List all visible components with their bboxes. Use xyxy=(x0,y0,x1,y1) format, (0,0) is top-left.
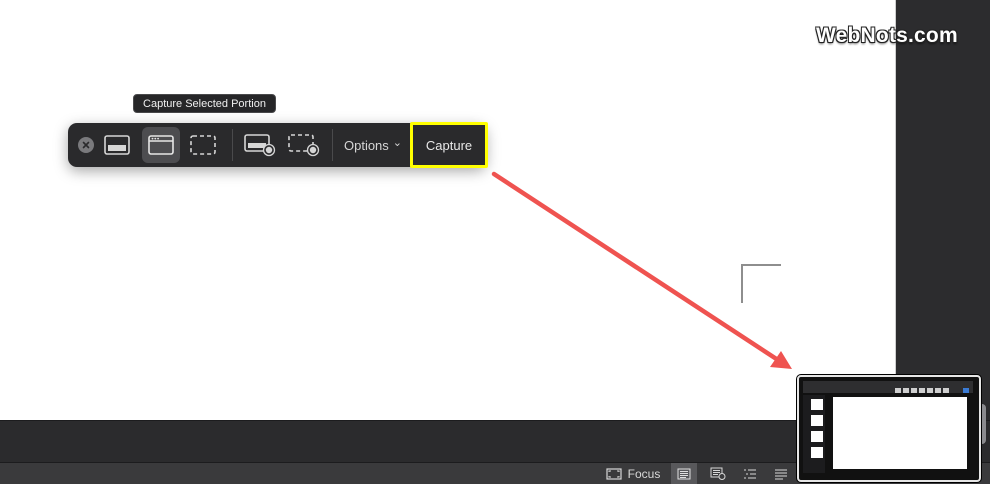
thumbnail-slide xyxy=(811,415,823,426)
thumbnail-toolbar xyxy=(803,381,973,393)
outline-button[interactable] xyxy=(738,463,762,484)
chevron-down-icon: ⌄ xyxy=(392,137,403,149)
thumbnail-toolbar-item xyxy=(919,388,925,393)
thumbnail-toolbar-item xyxy=(927,388,933,393)
record-portion-button[interactable] xyxy=(284,127,324,163)
toolbar-separator xyxy=(332,129,333,161)
capture-window-button[interactable] xyxy=(142,127,180,163)
web-layout-icon xyxy=(710,467,726,480)
screen-icon xyxy=(104,135,130,155)
window-icon xyxy=(148,135,174,155)
focus-label: Focus xyxy=(627,466,661,481)
record-entire-screen-button[interactable] xyxy=(240,127,280,163)
close-icon xyxy=(82,141,90,149)
print-layout-button[interactable] xyxy=(671,463,697,484)
capture-label: Capture xyxy=(425,137,473,153)
toolbar-separator xyxy=(232,129,233,161)
document-page xyxy=(0,0,896,420)
thumbnail-slide xyxy=(811,447,823,458)
web-layout-button[interactable] xyxy=(706,463,730,484)
thumbnail-toolbar-item xyxy=(911,388,917,393)
capture-button[interactable]: Capture xyxy=(410,122,488,168)
options-label: Options xyxy=(343,137,389,153)
outline-icon xyxy=(744,468,756,479)
screenshot-toolbar: Options ⌄ Capture xyxy=(68,122,488,168)
thumbnail-sidebar xyxy=(803,395,825,473)
thumbnail-toolbar-item xyxy=(935,388,941,393)
thumbnail-toolbar-item xyxy=(903,388,909,393)
thumbnail-toolbar-item xyxy=(943,388,949,393)
focus-icon xyxy=(606,467,622,480)
record-portion-icon xyxy=(288,134,320,157)
page-corner-mark xyxy=(741,264,781,303)
record-screen-icon xyxy=(244,134,276,157)
window-background xyxy=(896,0,990,420)
tooltip: Capture Selected Portion xyxy=(133,94,276,113)
watermark-logo: WebNots.com xyxy=(816,24,958,47)
close-button[interactable] xyxy=(78,137,94,153)
thumbnail-slide xyxy=(811,431,823,442)
thumbnail-toolbar-item xyxy=(963,388,969,393)
dashed-rect-icon xyxy=(190,135,216,155)
options-menu-button[interactable]: Options ⌄ xyxy=(338,127,408,163)
thumbnail-slide xyxy=(811,399,823,410)
thumbnail-toolbar-item xyxy=(895,388,901,393)
draft-icon xyxy=(775,468,787,480)
focus-button[interactable]: Focus xyxy=(603,463,663,484)
print-layout-icon xyxy=(677,468,691,479)
draft-button[interactable] xyxy=(770,463,792,484)
capture-entire-screen-button[interactable] xyxy=(98,127,136,163)
thumbnail-page xyxy=(833,397,967,469)
screenshot-thumbnail-preview[interactable] xyxy=(797,375,981,482)
capture-portion-button[interactable] xyxy=(184,127,222,163)
